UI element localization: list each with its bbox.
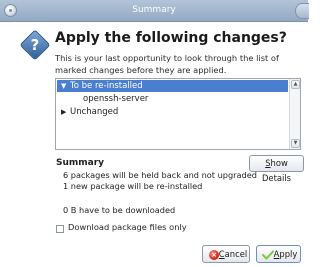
tree-row-to-be-reinstalled[interactable]: ▼ To be re-installed xyxy=(57,80,288,92)
dialog-description: This is your last opportunity to look th… xyxy=(55,53,279,75)
question-mark-glyph: ? xyxy=(30,36,40,54)
tree-scrollbar[interactable]: ▲ ▼ xyxy=(289,79,300,149)
window-title: Summary xyxy=(132,5,176,15)
download-only-label[interactable]: Download package files only xyxy=(68,222,187,232)
expander-right-icon[interactable]: ▶ xyxy=(61,106,66,118)
dialog-heading: Apply the following changes? xyxy=(55,30,287,46)
summary-download-size: 0 B have to be downloaded xyxy=(63,205,176,215)
summary-heading: Summary xyxy=(56,158,105,168)
show-details-button[interactable]: Show Details xyxy=(249,155,304,183)
download-only-checkbox[interactable] xyxy=(56,225,64,233)
checkmark-icon xyxy=(262,250,274,260)
changes-tree[interactable]: ▼ To be re-installed openssh-server ▶ Un… xyxy=(55,78,301,150)
scroll-up-icon[interactable]: ▲ xyxy=(291,80,300,89)
tree-row-unchanged[interactable]: ▶ Unchanged xyxy=(57,106,288,118)
close-button[interactable] xyxy=(295,3,309,19)
apply-label: pply xyxy=(279,249,298,259)
tree-row-label: openssh-server xyxy=(83,94,149,104)
cancel-icon: × xyxy=(209,250,219,260)
cancel-label: ancel xyxy=(224,249,248,259)
summary-held-back: 6 packages will be held back and not upg… xyxy=(63,170,257,180)
tree-row-label: To be re-installed xyxy=(70,81,143,91)
tree-row-label: Unchanged xyxy=(70,107,119,117)
cancel-button[interactable]: × Cancel xyxy=(202,245,250,263)
title-bar: Summary xyxy=(0,0,309,22)
scroll-down-icon[interactable]: ▼ xyxy=(291,139,300,148)
expander-down-icon[interactable]: ▼ xyxy=(61,80,66,92)
tree-row-openssh-server[interactable]: openssh-server xyxy=(57,93,288,105)
apply-button[interactable]: Apply xyxy=(256,245,301,263)
summary-reinstalled: 1 new package will be re-installed xyxy=(63,181,203,191)
